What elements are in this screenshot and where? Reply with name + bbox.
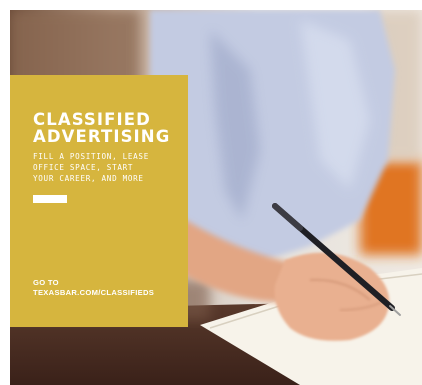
headline-line-1: CLASSIFIED bbox=[33, 110, 151, 129]
goto-url[interactable]: TEXASBAR.COM/CLASSIFIEDS bbox=[33, 288, 154, 298]
ad-subtext: FILL A POSITION, LEASE OFFICE SPACE, STA… bbox=[33, 151, 183, 184]
yellow-text-panel: CLASSIFIED ADVERTISING FILL A POSITION, … bbox=[10, 75, 188, 327]
classified-ad-banner[interactable]: CLASSIFIED ADVERTISING FILL A POSITION, … bbox=[0, 0, 422, 385]
subtext-line-2: OFFICE SPACE, START bbox=[33, 163, 134, 172]
headline-line-2: ADVERTISING bbox=[33, 127, 171, 146]
subtext-line-3: YOUR CAREER, AND MORE bbox=[33, 174, 144, 183]
subtext-line-1: FILL A POSITION, LEASE bbox=[33, 152, 149, 161]
ad-headline: CLASSIFIED ADVERTISING bbox=[33, 111, 170, 145]
goto-label: GO TO bbox=[33, 278, 59, 287]
divider-bar bbox=[33, 195, 67, 203]
classifieds-link[interactable]: GO TO TEXASBAR.COM/CLASSIFIEDS bbox=[33, 278, 154, 298]
